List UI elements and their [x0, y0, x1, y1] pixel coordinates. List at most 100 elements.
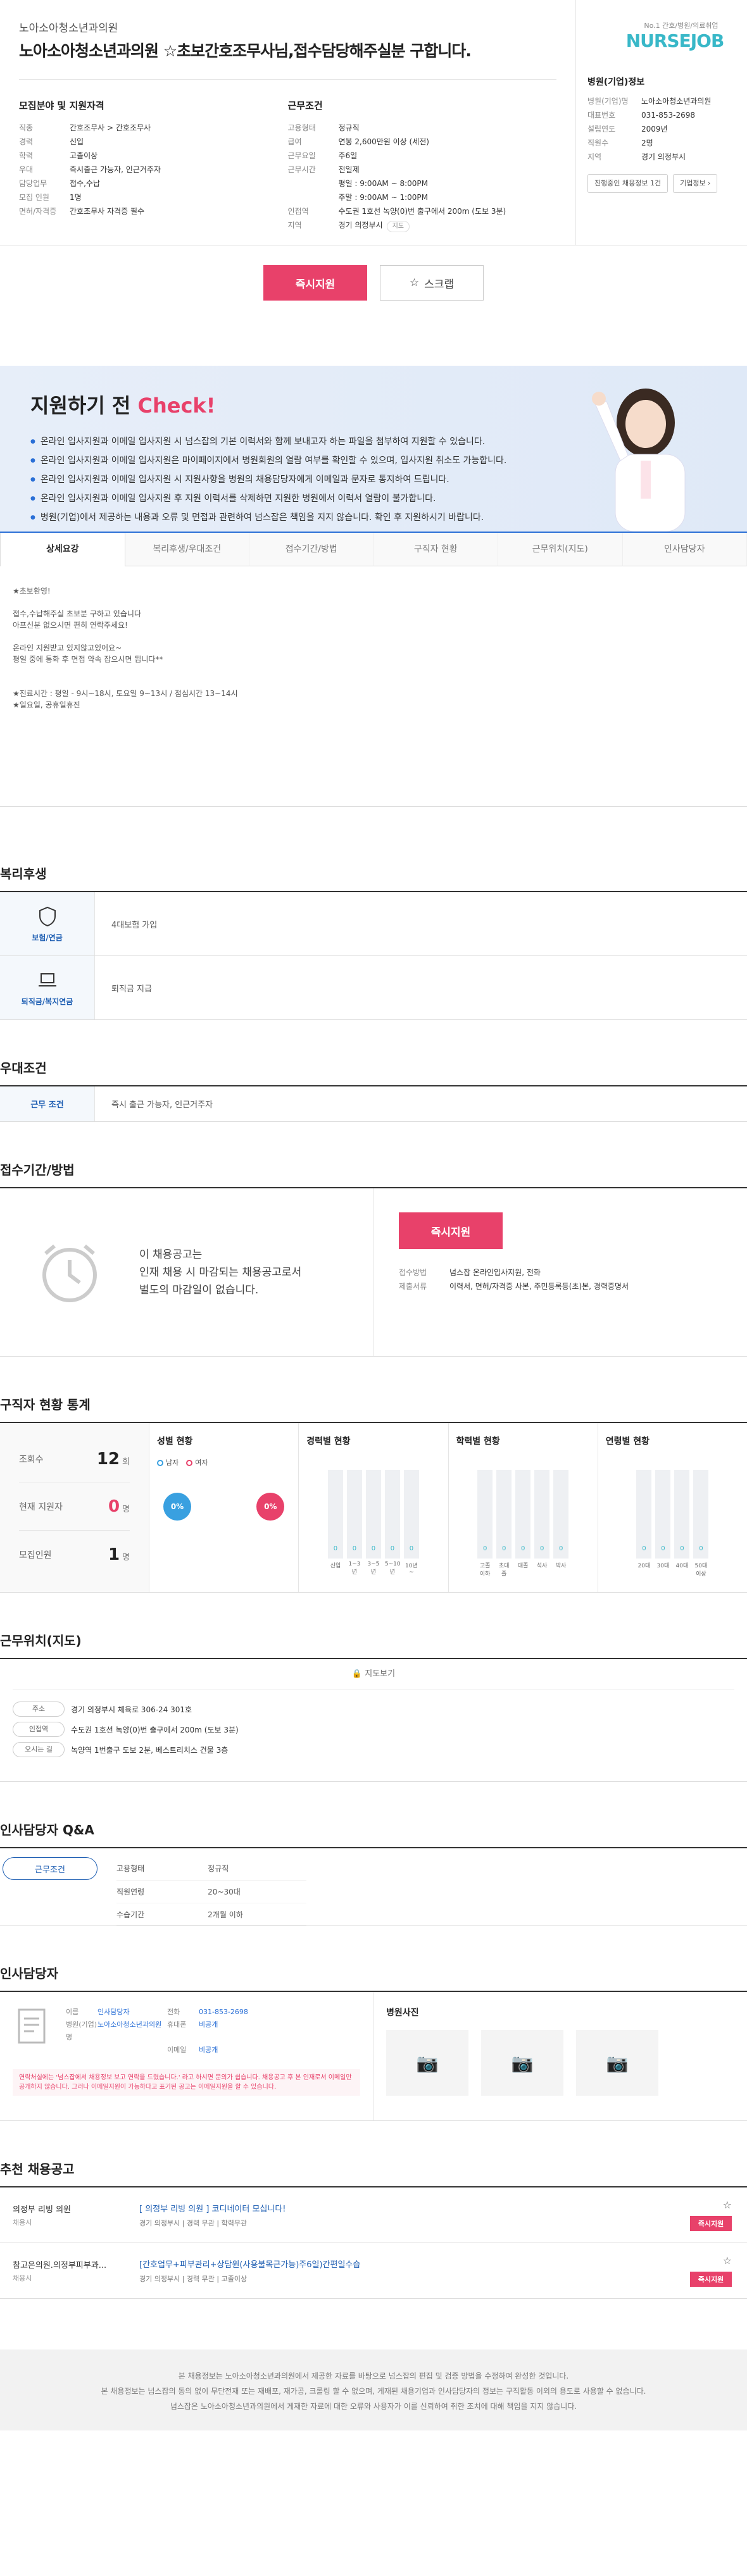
tab-benefits[interactable]: 복리후생/우대조건: [125, 533, 249, 566]
company-key: 지역: [587, 152, 602, 161]
qa-section: 인사담당자 Q&A 근무조건 고용형태 정규직 직원연령 20~30대 수습기간 2개…: [0, 1820, 747, 1926]
benefit-row: 퇴직금/복지연금 퇴직금 지급: [0, 956, 747, 1020]
cond-key: 근무요일: [287, 151, 316, 160]
gender-stats: 성별 현황 남자 여자 0% 0%: [149, 1423, 299, 1592]
req-row: 직종 간호조무사 > 간호조무사: [19, 121, 288, 135]
stat-bar-value: 0: [390, 1545, 395, 1552]
tab-receipt[interactable]: 접수기간/방법: [249, 533, 374, 566]
manager-key: 이름: [66, 2008, 79, 2016]
company-key: 대표번호: [587, 111, 616, 120]
action-bar: 즉시지원 ☆ 스크랩: [0, 246, 747, 320]
recommend-title[interactable]: [ 의정부 리빙 의원 ] 코디네이터 모십니다!: [139, 2202, 286, 2214]
receipt-heading: 접수기간/방법: [0, 1160, 747, 1188]
scrap-button[interactable]: ☆ 스크랩: [380, 265, 484, 301]
recommend-heading: 추천 채용공고: [0, 2162, 75, 2177]
photo-placeholder[interactable]: 📷: [386, 2030, 468, 2096]
recommend-meta: 경기 의정부시 | 경력 무관 | 학력무관: [139, 2219, 248, 2227]
recommend-title[interactable]: [간호업무+피부관리+상담원(사용불목근가능)주6일)간편일수습: [139, 2258, 360, 2270]
tab-detail[interactable]: 상세요강: [0, 533, 125, 566]
qa-category-pill[interactable]: 근무조건: [3, 1857, 97, 1880]
cond-row: 근무시간 전일제: [288, 163, 557, 177]
job-header: 노아소아청소년과의원 노아소아청소년과의원 ☆초보간호조무사님,접수담당해주실분…: [0, 0, 747, 246]
receipt-row: 접수방법 넘스잡 온라인입사지원, 전화: [399, 1266, 629, 1279]
req-value: 간호조무사 > 간호조무사: [70, 123, 151, 132]
map-view-label: 지도보기: [365, 1669, 396, 1679]
company-sub: 채용시: [13, 2218, 32, 2227]
location-key: 오시는 길: [13, 1742, 65, 1757]
manager-key: [66, 2044, 97, 2056]
photo-placeholder[interactable]: 📷: [576, 2030, 658, 2096]
legend-male-label: 남자: [166, 1459, 179, 1467]
apply-button[interactable]: 즉시지원: [263, 265, 367, 301]
qa-value: 20~30대: [208, 1880, 306, 1903]
career-bars: 0 0 0 0 0: [306, 1457, 440, 1559]
receipt-apply-button[interactable]: 즉시지원: [399, 1212, 503, 1249]
req-row: 우대 즉시출근 가능자, 인근거주자: [19, 163, 288, 177]
shield-icon: [39, 906, 56, 926]
cond-row: 주말 : 9:00AM ~ 1:00PM: [288, 190, 557, 204]
cond-value: 정규직: [338, 123, 360, 132]
recommend-apply-button[interactable]: 즉시지원: [690, 2216, 732, 2231]
location-value: 녹양역 1번출구 도보 2분, 베스트리치스 건물 3층: [71, 1745, 229, 1755]
photo-placeholder[interactable]: 📷: [481, 2030, 563, 2096]
tab-location[interactable]: 근무위치(지도): [498, 533, 623, 566]
scrap-label: 스크랩: [424, 278, 455, 291]
recommend-item[interactable]: 참고은의원.의정부피부과... 채용시 [간호업무+피부관리+상담원(사용불목근가…: [0, 2243, 747, 2299]
manager-value: 비공개: [199, 2020, 218, 2029]
cond-row: 급여 연봉 2,600만원 이상 (세전): [288, 135, 557, 149]
education-bars: 0 0 0 0 0: [456, 1457, 590, 1559]
stat-bar: 0: [674, 1470, 690, 1559]
camera-icon: 📷: [511, 2052, 534, 2074]
clock-icon: [42, 1244, 97, 1302]
recommend-apply-button[interactable]: 즉시지원: [690, 2272, 732, 2287]
location-row: 주소 경기 의정부시 체육로 306-24 301호: [13, 1699, 734, 1719]
hospital-name[interactable]: 노아소아청소년과의원: [19, 19, 556, 35]
req-row: 경력 신입: [19, 135, 288, 149]
footer-notice: 본 채용정보는 노아소아청소년과의원에서 제공한 자료를 바탕으로 넘스잡의 편…: [0, 2349, 747, 2430]
company-name: 참고은의원.의정부피부과...: [13, 2261, 107, 2270]
education-labels: 고졸이하 초대졸 대졸 석사 박사: [456, 1561, 590, 1577]
stat-bar-label: 대졸: [517, 1563, 529, 1569]
company-info-button[interactable]: 기업정보 ›: [673, 174, 718, 193]
stat-bar-value: 0: [642, 1545, 646, 1552]
tab-stats[interactable]: 구직자 현황: [374, 533, 498, 566]
stat-bar: 0: [403, 1470, 419, 1559]
conditions: 근무조건 고용형태 정규직 급여 연봉 2,600만원 이상 (세전) 근무요일 주6…: [288, 99, 557, 232]
camera-icon: 📷: [606, 2052, 629, 2074]
stat-number: 12: [96, 1450, 120, 1469]
star-icon[interactable]: ☆: [723, 2199, 732, 2211]
ongoing-jobs-button[interactable]: 진행중인 채용정보 1건: [587, 174, 669, 193]
lock-icon: 🔒: [351, 1669, 365, 1679]
deadline-message: 이 채용공고는 인재 채용 시 마감되는 채용공고로서 별도의 마감일이 없습니…: [139, 1248, 302, 1297]
preference-text: 즉시 출근 가능자, 인근거주자: [111, 1100, 213, 1110]
map-button[interactable]: 지도: [386, 221, 410, 232]
manager-details: 이름 인사담당자 전화 031-853-2698 병원(기업)명 노아소아청소년과의원…: [66, 2006, 249, 2056]
nursejob-logo[interactable]: No.1 간호/병원/의료취업 NURSEJOB: [587, 20, 737, 51]
company-key: 직원수: [587, 139, 609, 147]
stat-bar-label: 석사: [536, 1563, 548, 1569]
company-value: 2009년: [641, 125, 668, 134]
stat-value: 12 회: [97, 1450, 130, 1469]
recommend-item[interactable]: 의정부 리빙 의원 채용시 [ 의정부 리빙 의원 ] 코디네이터 모십니다! 경기…: [0, 2187, 747, 2243]
benefit-text: 4대보험 가입: [111, 920, 158, 930]
stat-bar: 0: [365, 1470, 381, 1559]
stat-bar-value: 0: [699, 1545, 703, 1552]
cond-row: 지역 경기 의정부시 지도: [288, 218, 557, 232]
footer-line: 넘스잡은 노아소아청소년과의원에서 게재한 자료에 대한 오류와 사용자가 이를…: [170, 2402, 577, 2411]
cond-value: 수도권 1호선 녹양(0)번 출구에서 200m (도보 3분): [338, 207, 506, 216]
tab-manager[interactable]: 인사담당자: [622, 533, 747, 566]
benefit-text: 퇴직금 지급: [111, 984, 152, 994]
age-title: 연령별 현황: [605, 1436, 650, 1447]
star-icon[interactable]: ☆: [723, 2255, 732, 2267]
stat-bar: 0: [477, 1470, 493, 1559]
footer-line: 본 채용정보는 넘스잡의 동의 없이 무단전재 또는 재배포, 재가공, 크롤링…: [101, 2387, 646, 2396]
map-view-tab[interactable]: 🔒 지도보기: [13, 1659, 734, 1690]
recommend-company[interactable]: 의정부 리빙 의원 채용시: [13, 2203, 139, 2227]
req-key: 경력: [19, 137, 34, 146]
manager-key: 병원(기업)명: [66, 2020, 97, 2041]
location-row: 인접역 수도권 1호선 녹양(0)번 출구에서 200m (도보 3분): [13, 1719, 734, 1739]
location-key: 주소: [13, 1702, 65, 1717]
cond-key: [288, 190, 339, 204]
recommend-company[interactable]: 참고은의원.의정부피부과... 채용시: [13, 2258, 139, 2283]
stat-bar-value: 0: [661, 1545, 665, 1552]
